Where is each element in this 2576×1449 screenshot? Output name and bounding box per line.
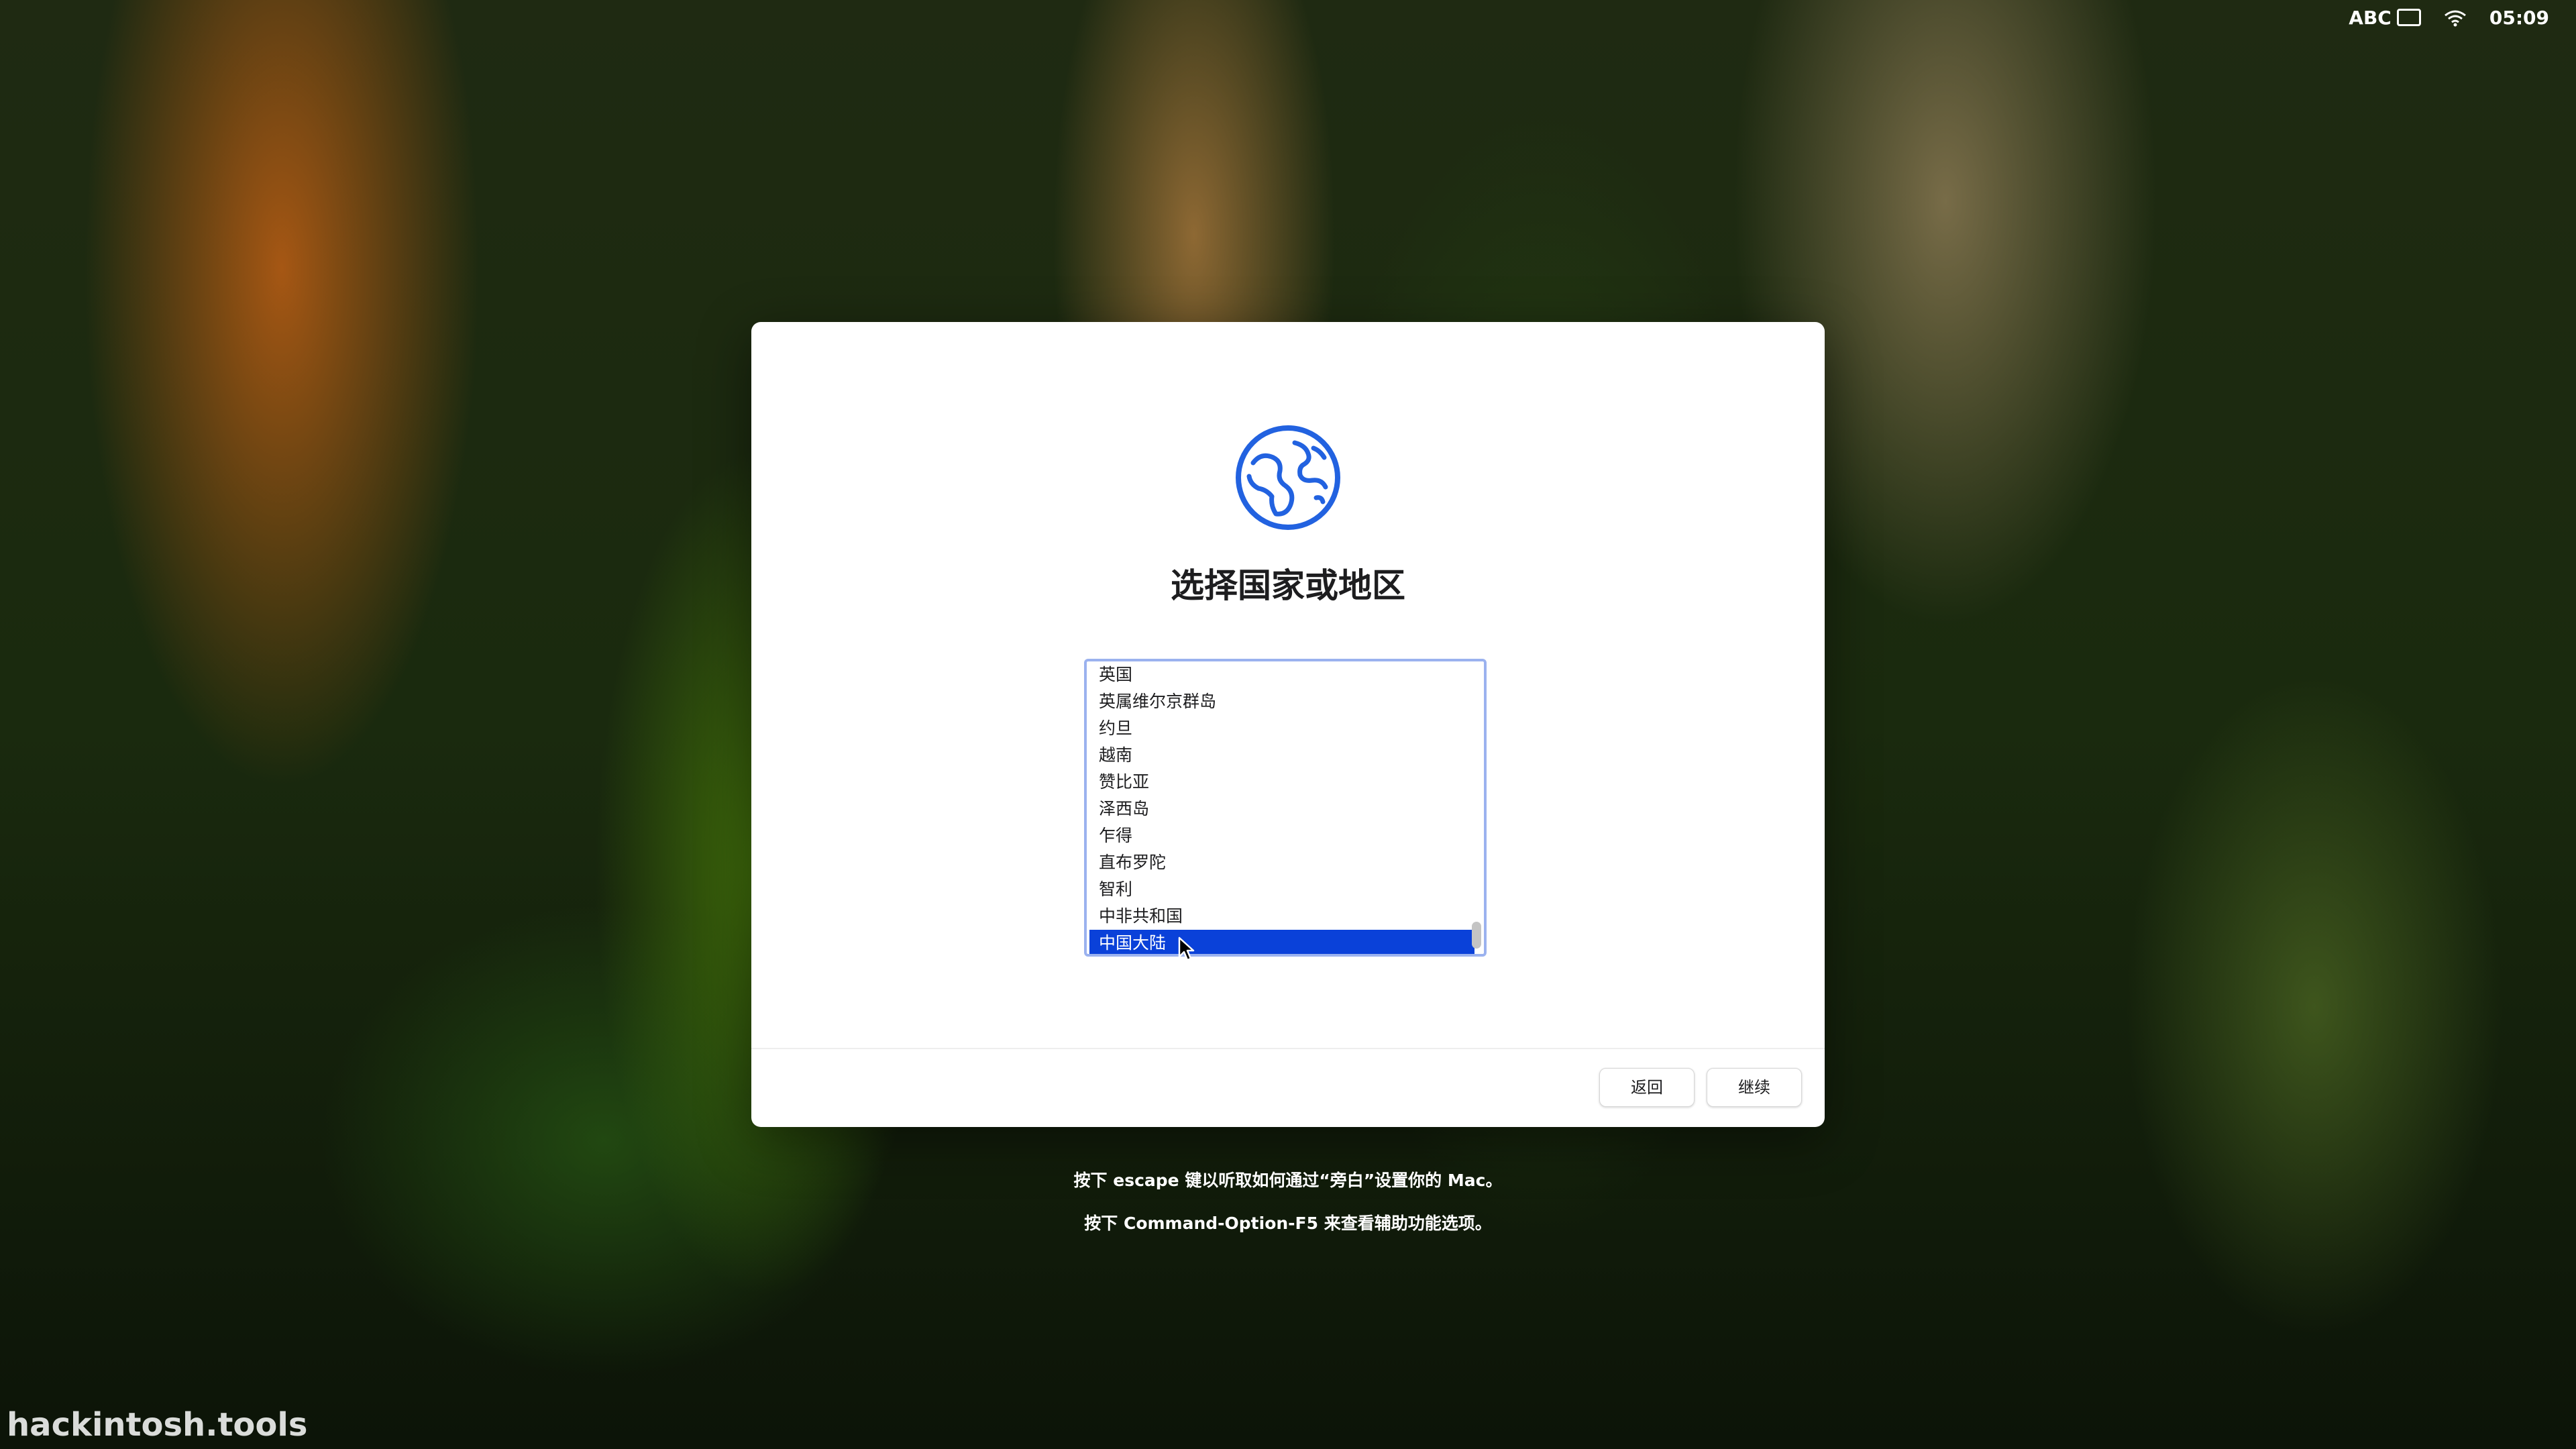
mouse-pointer-icon <box>1178 936 1195 961</box>
list-item[interactable]: 英国 <box>1087 661 1474 688</box>
globe-icon <box>1236 425 1340 530</box>
list-item[interactable]: 泽西岛 <box>1087 796 1474 822</box>
list-item-selected[interactable]: 中国大陆 <box>1089 930 1474 954</box>
menu-bar: ABC 05:09 <box>2349 7 2549 29</box>
continue-button[interactable]: 继续 <box>1707 1068 1802 1107</box>
list-item[interactable]: 英属维尔京群岛 <box>1087 688 1474 715</box>
accessibility-hint: 按下 Command-Option-F5 来查看辅助功能选项。 <box>1084 1214 1492 1233</box>
list-scrollbar[interactable] <box>1472 661 1481 954</box>
list-item[interactable]: 赞比亚 <box>1087 769 1474 796</box>
list-item[interactable]: 中非共和国 <box>1087 903 1474 930</box>
input-source-label: ABC <box>2349 7 2392 29</box>
footer-divider <box>751 1048 1825 1049</box>
list-item[interactable]: 直布罗陀 <box>1087 849 1474 876</box>
country-list-items: 英国 英属维尔京群岛 约旦 越南 赞比亚 泽西岛 乍得 直布罗陀 智利 中非共和… <box>1087 661 1474 954</box>
watermark: hackintosh.tools <box>7 1406 308 1444</box>
wifi-icon[interactable] <box>2444 9 2467 27</box>
keyboard-icon <box>2396 9 2421 26</box>
clock[interactable]: 05:09 <box>2489 7 2549 29</box>
country-list[interactable]: 英国 英属维尔京群岛 约旦 越南 赞比亚 泽西岛 乍得 直布罗陀 智利 中非共和… <box>1084 659 1487 957</box>
list-item[interactable]: 越南 <box>1087 742 1474 769</box>
list-item[interactable]: 约旦 <box>1087 715 1474 742</box>
voiceover-hint: 按下 escape 键以听取如何通过“旁白”设置你的 Mac。 <box>1073 1171 1503 1190</box>
list-item[interactable]: 乍得 <box>1087 822 1474 849</box>
country-selection-dialog: 选择国家或地区 英国 英属维尔京群岛 约旦 越南 赞比亚 泽西岛 乍得 直布罗陀… <box>751 322 1825 1127</box>
scrollbar-thumb[interactable] <box>1472 922 1481 949</box>
page-title: 选择国家或地区 <box>1171 566 1405 605</box>
back-button[interactable]: 返回 <box>1599 1068 1695 1107</box>
input-source-menu[interactable]: ABC <box>2349 7 2421 29</box>
list-item[interactable]: 智利 <box>1087 876 1474 903</box>
